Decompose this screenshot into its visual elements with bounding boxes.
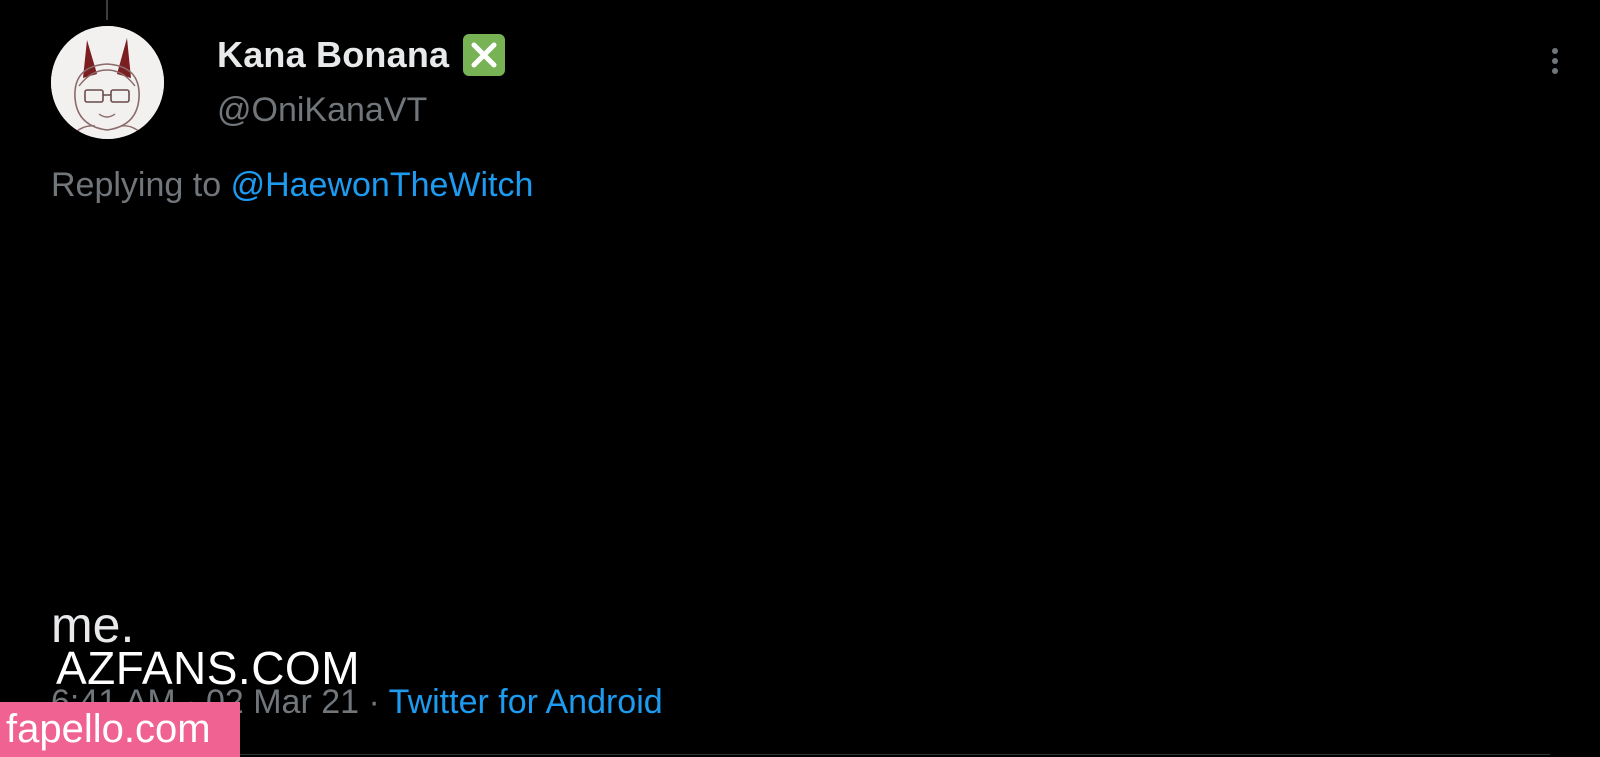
tweet-source-link[interactable]: Twitter for Android — [389, 683, 663, 721]
replying-to-line: Replying to @HaewonTheWitch — [51, 166, 533, 205]
meta-separator: · — [368, 683, 380, 721]
cross-mark-button-icon — [463, 34, 506, 76]
avatar[interactable] — [51, 26, 164, 139]
thread-connector-line — [106, 0, 108, 20]
display-name-text: Kana Bonana — [217, 34, 450, 75]
azfans-watermark: AZFANS.COM — [56, 642, 361, 694]
tweet-screen: Kana Bonana @OniKanaVT Replying to @Haew… — [0, 0, 1600, 757]
user-handle[interactable]: @OniKanaVT — [217, 91, 427, 130]
replying-to-label: Replying to — [51, 166, 222, 204]
bottom-divider — [240, 754, 1550, 755]
avatar-illustration-icon — [51, 26, 164, 139]
replying-to-mention-link[interactable]: @HaewonTheWitch — [231, 166, 534, 204]
more-options-icon[interactable] — [1545, 46, 1565, 78]
display-name[interactable]: Kana Bonana — [217, 34, 506, 76]
fapello-watermark: fapello.com — [0, 702, 240, 757]
